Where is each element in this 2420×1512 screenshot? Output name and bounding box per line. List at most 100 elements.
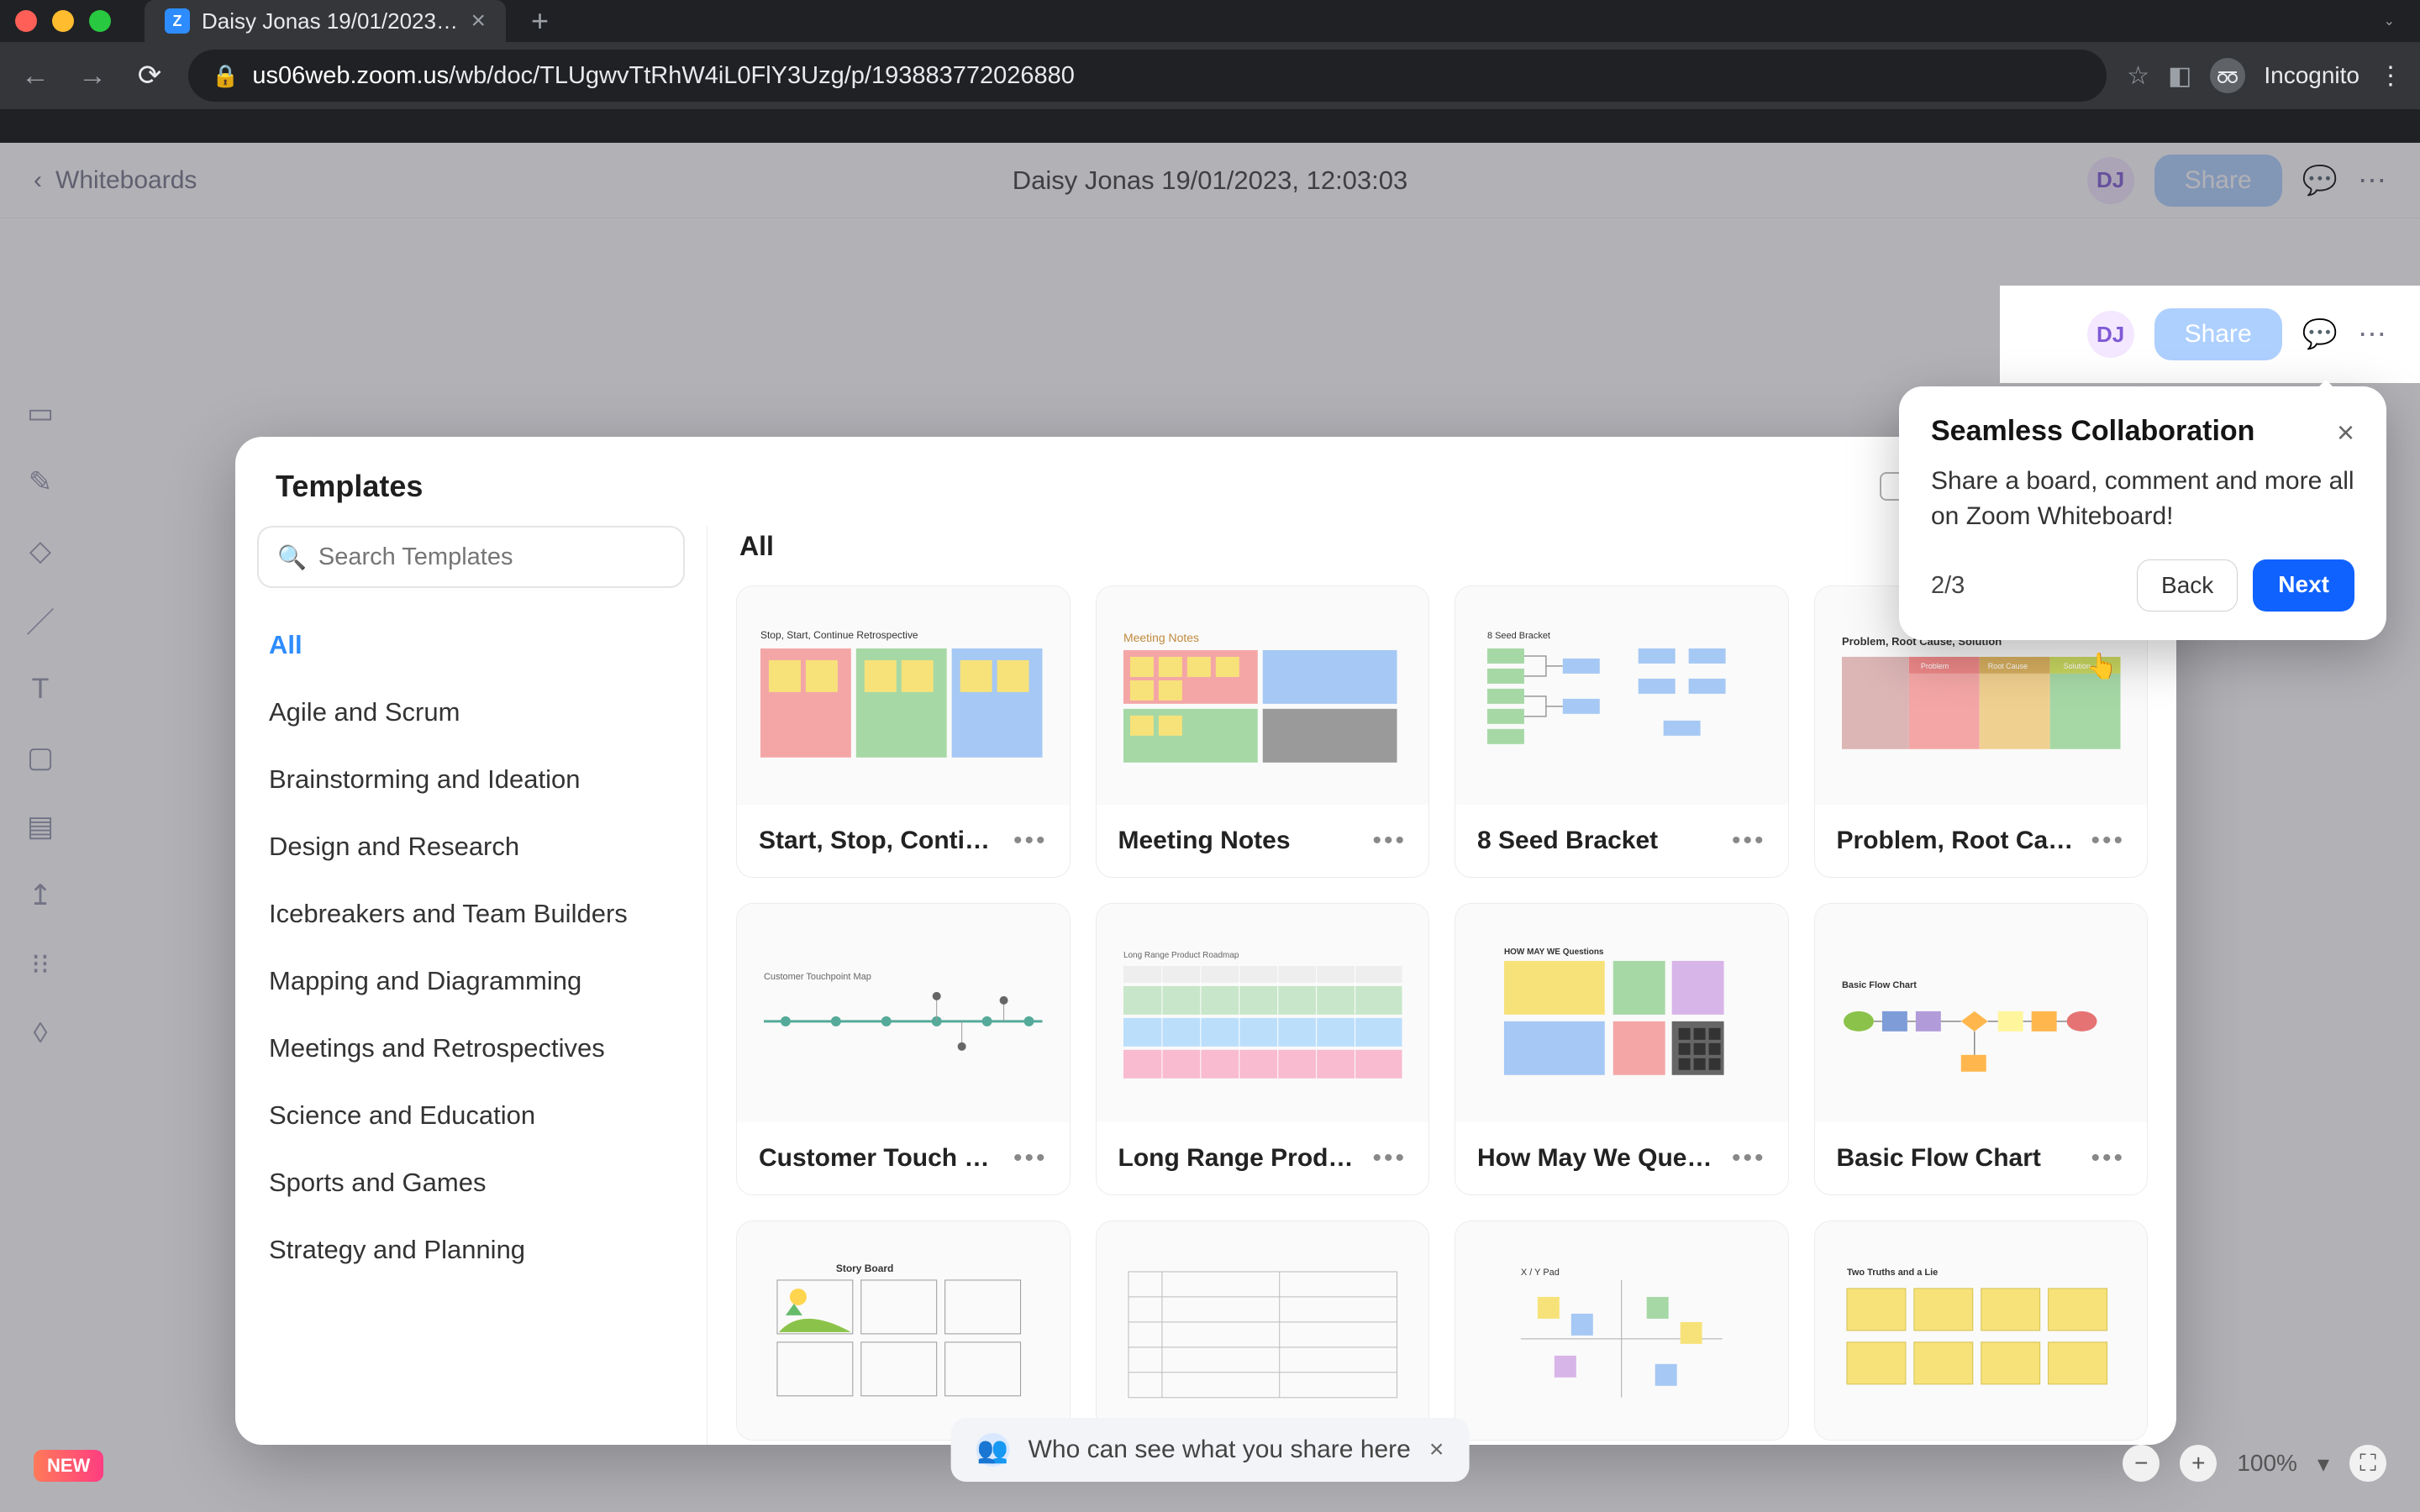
reload-icon[interactable]: ⟳ [131,59,168,92]
card-more-icon[interactable]: ••• [1732,827,1766,855]
svg-text:Two Truths and a Lie: Two Truths and a Lie [1846,1268,1937,1278]
template-card[interactable]: Meeting Notes Meeting Notes••• [1096,585,1430,878]
template-name: Long Range Prod… [1118,1144,1354,1173]
coach-close-icon[interactable]: × [2337,415,2354,450]
svg-text:Root Cause: Root Cause [1987,662,2027,670]
share-hint-text[interactable]: Who can see what you share here [1028,1436,1411,1464]
more-tools-icon[interactable]: ⁝⁝ [22,946,59,983]
category-icebreakers[interactable]: Icebreakers and Team Builders [257,880,685,948]
category-mapping[interactable]: Mapping and Diagramming [257,948,685,1015]
templates-tool-icon[interactable]: ▤ [22,808,59,845]
tab-title: Daisy Jonas 19/01/2023, 12:03 [202,8,459,34]
template-name: Start, Stop, Conti… [759,827,990,855]
card-more-icon[interactable]: ••• [1372,827,1407,855]
templates-modal: Templates Skip when creating 🔍 All Agile… [235,437,2176,1445]
template-content: All Stop, Start, Continue Retrospective … [708,526,2176,1445]
user-avatar-hl[interactable]: DJ [2087,311,2134,358]
more-menu-icon-hl[interactable]: ⋯ [2358,318,2386,351]
category-sidebar: 🔍 All Agile and Scrum Brainstorming and … [235,526,708,1445]
text-tool-icon[interactable]: T [22,670,59,707]
template-name: 8 Seed Bracket [1477,827,1658,855]
template-card[interactable]: Long Range Product Roadmap Long Range Pr… [1096,903,1430,1195]
card-more-icon[interactable]: ••• [1013,1144,1048,1173]
upload-tool-icon[interactable]: ↥ [22,877,59,914]
share-hint-bar: 👥 Who can see what you share here × [951,1418,1470,1482]
window-maximize-icon[interactable] [89,10,111,32]
nav-forward-icon[interactable]: → [74,60,111,92]
tab-close-icon[interactable]: × [471,7,486,35]
zoom-out-icon[interactable]: − [2123,1445,2160,1482]
pen-tool-icon[interactable]: ✎ [22,464,59,501]
card-more-icon[interactable]: ••• [1372,1144,1407,1173]
sticky-tool-icon[interactable]: ▢ [22,739,59,776]
hint-close-icon[interactable]: × [1429,1436,1444,1464]
category-brainstorming[interactable]: Brainstorming and Ideation [257,746,685,813]
category-strategy[interactable]: Strategy and Planning [257,1216,685,1284]
browser-tab[interactable]: Z Daisy Jonas 19/01/2023, 12:03 × [145,0,506,42]
nav-back-icon[interactable]: ← [17,60,54,92]
template-thumb: HOW MAY WE Questions [1455,904,1788,1122]
search-input[interactable] [318,543,665,571]
modal-header: Templates Skip when creating [235,437,2176,504]
template-card[interactable]: Customer Touchpoint Map Customer Touch …… [736,903,1071,1195]
svg-text:Basic Flow Chart: Basic Flow Chart [1841,980,1916,990]
card-more-icon[interactable]: ••• [1013,827,1048,855]
template-thumb: X / Y Pad [1455,1221,1788,1440]
template-card[interactable]: 8 Seed Bracket 8 Seed Bracket ••• [1455,585,1789,878]
eraser-tool-icon[interactable]: ◊ [22,1015,59,1052]
window-close-icon[interactable] [15,10,37,32]
search-field[interactable]: 🔍 [257,526,685,588]
comment-icon-hl[interactable]: 💬 [2302,318,2338,351]
window-minimize-icon[interactable] [52,10,74,32]
template-card[interactable] [1096,1221,1430,1441]
card-more-icon[interactable]: ••• [2091,1144,2125,1173]
tool-rail: ▭ ✎ ◇ ／ T ▢ ▤ ↥ ⁝⁝ ◊ [12,395,69,1052]
category-science[interactable]: Science and Education [257,1082,685,1149]
zoom-in-icon[interactable]: + [2180,1445,2217,1482]
template-card[interactable]: Basic Flow Chart Basic Flow Chart ••• [1814,903,2149,1195]
shape-tool-icon[interactable]: ◇ [22,533,59,570]
coach-highlight: DJ Share 💬 ⋯ [2000,286,2420,383]
template-card[interactable]: Stop, Start, Continue Retrospective Star… [736,585,1071,878]
share-button-hl[interactable]: Share [2154,308,2282,360]
line-tool-icon[interactable]: ／ [22,601,59,638]
svg-text:Story Board: Story Board [836,1263,894,1274]
browser-menu-icon[interactable]: ⋮ [2378,61,2403,91]
chevron-down-icon[interactable]: ▾ [2317,1450,2329,1478]
category-design[interactable]: Design and Research [257,813,685,880]
modal-body: 🔍 All Agile and Scrum Brainstorming and … [235,526,2176,1445]
card-more-icon[interactable]: ••• [1732,1144,1766,1173]
incognito-label: Incognito [2264,62,2360,89]
bookmark-star-icon[interactable]: ☆ [2127,61,2149,91]
side-panel-icon[interactable]: ◧ [2168,61,2191,91]
new-tab-button[interactable]: + [531,3,549,39]
template-name: Customer Touch … [759,1144,989,1173]
category-list: All Agile and Scrum Brainstorming and Id… [257,612,685,1284]
address-bar[interactable]: 🔒 us06web.zoom.us/wb/doc/TLUgwvTtRhW4iL0… [188,50,2107,102]
svg-text:Stop, Start, Continue Retrospe: Stop, Start, Continue Retrospective [760,629,918,641]
coach-next-button[interactable]: Next [2253,559,2354,612]
template-thumb: Long Range Product Roadmap [1097,904,1429,1122]
card-more-icon[interactable]: ••• [2091,827,2125,855]
template-name: Basic Flow Chart [1837,1144,2041,1173]
fit-screen-icon[interactable]: ⛶ [2349,1445,2386,1482]
coach-back-button[interactable]: Back [2137,559,2238,612]
template-thumb: Basic Flow Chart [1815,904,2148,1122]
select-tool-icon[interactable]: ▭ [22,395,59,432]
template-thumb: 8 Seed Bracket [1455,586,1788,805]
zoom-level[interactable]: 100% [2237,1450,2297,1477]
template-card[interactable]: Two Truths and a Lie [1814,1221,2149,1441]
template-card[interactable]: X / Y Pad [1455,1221,1789,1441]
category-meetings[interactable]: Meetings and Retrospectives [257,1015,685,1082]
svg-text:Meeting Notes: Meeting Notes [1123,631,1198,644]
category-agile[interactable]: Agile and Scrum [257,679,685,746]
category-all[interactable]: All [257,612,685,679]
template-thumb: Two Truths and a Lie [1815,1221,2148,1440]
template-thumb: Meeting Notes [1097,586,1429,805]
template-card[interactable]: HOW MAY WE Questions How May We Que… ••• [1455,903,1789,1195]
category-sports[interactable]: Sports and Games [257,1149,685,1216]
tabs-dropdown-icon[interactable]: ⌄ [2384,13,2395,29]
browser-chrome: Z Daisy Jonas 19/01/2023, 12:03 × + ⌄ ← … [0,0,2420,143]
template-name: How May We Que… [1477,1144,1712,1173]
template-card[interactable]: Story Board [736,1221,1071,1441]
